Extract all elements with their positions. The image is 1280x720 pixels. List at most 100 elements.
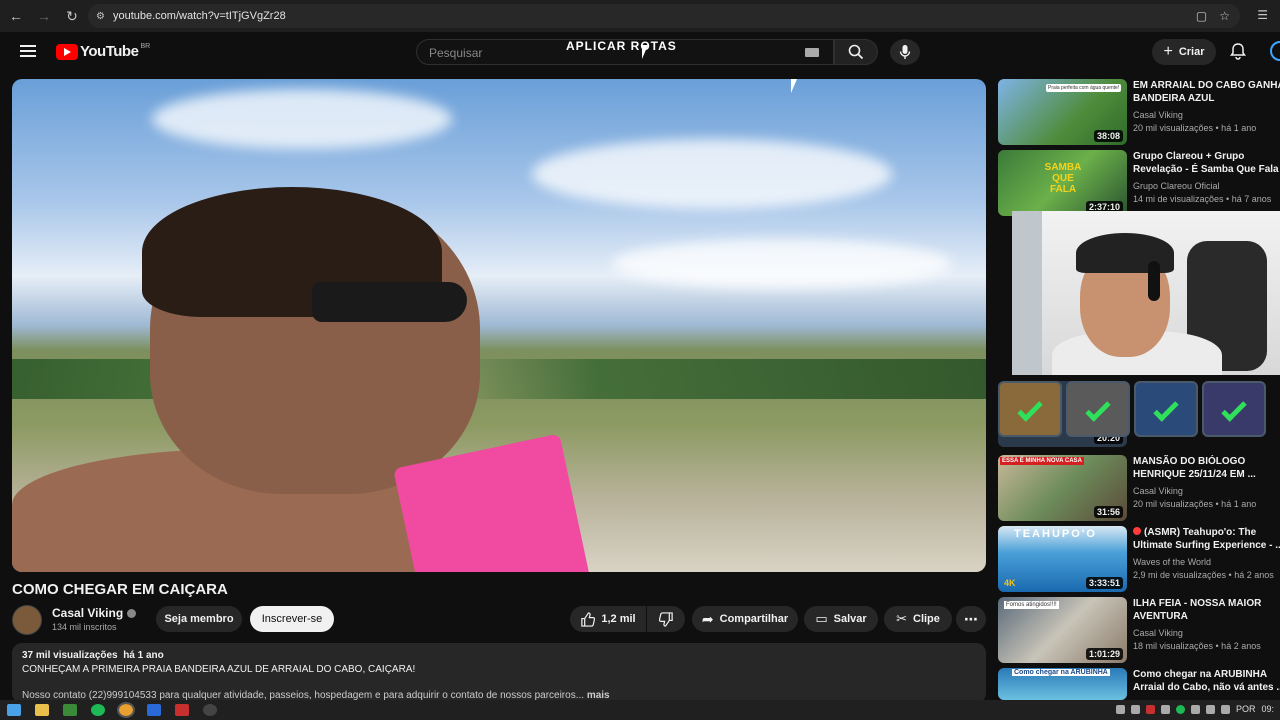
checkmark-strip xyxy=(998,381,1280,445)
check-tile xyxy=(1134,381,1198,437)
video-meta: 2,9 mi de visualizações • há 2 anos xyxy=(1133,570,1274,580)
search-button[interactable] xyxy=(834,39,878,65)
tray-icon[interactable] xyxy=(1115,704,1125,714)
volume-icon[interactable] xyxy=(1205,704,1215,714)
video-title: Grupo Clareou + Grupo Revelação - É Samba… xyxy=(1133,151,1279,175)
youtube-play-icon xyxy=(56,43,78,60)
menu-icon[interactable] xyxy=(20,45,36,57)
reading-list-icon[interactable]: ☰ xyxy=(1257,8,1268,22)
mouse-cursor xyxy=(642,45,648,59)
reload-icon[interactable]: ↻ xyxy=(58,2,86,30)
check-tile xyxy=(1202,381,1266,437)
bookmark-icon: ▭ xyxy=(815,611,828,626)
tray-icon[interactable] xyxy=(1160,704,1170,714)
video-thumbnail[interactable]: SAMBA QUE FALA 2:37:10 xyxy=(998,150,1127,216)
keyboard-icon[interactable] xyxy=(805,48,819,57)
tray-icon[interactable] xyxy=(1190,704,1200,714)
clip-button[interactable]: ✂ Clipe xyxy=(884,606,952,632)
recommended-video[interactable]: SAMBA QUE FALA 2:37:10 Grupo Clareou + G… xyxy=(998,150,1280,216)
tray-icon[interactable] xyxy=(1130,704,1140,714)
account-avatar[interactable] xyxy=(1270,41,1280,61)
more-icon: ⋯ xyxy=(964,610,978,627)
voice-search-button[interactable] xyxy=(890,39,920,65)
recommended-video[interactable]: ESSA É MINHA NOVA CASA 31:56 MANSÃO DO B… xyxy=(998,455,1280,521)
video-title: COMO CHEGAR EM CAIÇARA xyxy=(12,581,228,598)
save-button[interactable]: ▭ Salvar xyxy=(804,606,878,632)
recommended-video[interactable]: Como chegar na ARUBINHA Como chegar na A… xyxy=(998,668,1280,700)
file-explorer-icon[interactable] xyxy=(35,704,49,716)
windows-start-icon[interactable] xyxy=(7,704,21,716)
bookmark-star-icon[interactable]: ☆ xyxy=(1219,9,1230,23)
video-thumbnail[interactable]: Praia perfeita com água quente! 38:08 xyxy=(998,79,1127,145)
video-duration: 1:01:29 xyxy=(1085,648,1123,660)
check-icon xyxy=(1017,396,1043,422)
address-bar[interactable]: ⚙ youtube.com/watch?v=tITjGVgZr28 ▢ ☆ xyxy=(88,4,1240,28)
thumbnail-caption: Praia perfeita com água quente! xyxy=(1046,84,1122,92)
mouse-cursor xyxy=(791,79,797,93)
video-meta: 18 mil visualizações • há 2 anos xyxy=(1133,641,1261,651)
spotify-tray-icon[interactable] xyxy=(1175,704,1185,714)
video-meta: 14 mi de visualizações • há 7 anos xyxy=(1133,194,1272,204)
like-button[interactable]: 1,2 mil xyxy=(570,606,646,632)
video-thumbnail[interactable]: ESSA É MINHA NOVA CASA 31:56 xyxy=(998,455,1127,521)
youtube-header: YouTube BR Pesquisar APLICAR ROTAS + Cri… xyxy=(0,32,1280,72)
video-player[interactable] xyxy=(12,79,986,572)
channel-avatar[interactable] xyxy=(12,605,42,635)
video-duration: 31:56 xyxy=(1093,506,1123,518)
back-icon[interactable]: ← xyxy=(2,2,30,30)
recommended-video[interactable]: TEAHUPO'O 4K 3:33:51 (ASMR) Teahupo'o: T… xyxy=(998,526,1280,592)
video-duration: 38:08 xyxy=(1093,130,1123,142)
video-title: MANSÃO DO BIÓLOGO HENRIQUE 25/11/24 EM ..… xyxy=(1133,456,1256,480)
chrome-icon[interactable] xyxy=(117,702,135,718)
share-button[interactable]: ➦ Compartilhar xyxy=(692,606,798,632)
thumbnail-caption: ESSA É MINHA NOVA CASA xyxy=(1000,457,1084,465)
video-thumbnail[interactable]: Fomos atingidos!!!! 1:01:29 xyxy=(998,597,1127,663)
video-channel: Casal Viking xyxy=(1133,110,1183,120)
spotify-icon[interactable] xyxy=(91,704,105,716)
input-language[interactable]: POR xyxy=(1236,704,1256,714)
notifications-bell-icon[interactable] xyxy=(1230,42,1246,60)
app-icon[interactable] xyxy=(147,704,161,716)
obs-icon[interactable] xyxy=(203,704,217,716)
microphone-icon xyxy=(899,45,911,59)
thumbnail-caption: TEAHUPO'O xyxy=(1014,528,1097,540)
thumbnail-caption: Como chegar na ARUBINHA xyxy=(1012,669,1110,676)
video-duration: 3:33:51 xyxy=(1085,577,1123,589)
app-icon[interactable] xyxy=(63,704,77,716)
webcam-background-object xyxy=(1012,211,1042,375)
more-actions-button[interactable]: ⋯ xyxy=(956,606,986,632)
like-count: 1,2 mil xyxy=(601,613,636,625)
video-thumbnail[interactable]: Como chegar na ARUBINHA xyxy=(998,668,1127,700)
windows-taskbar: POR 09: xyxy=(0,700,1280,720)
system-tray: POR 09: xyxy=(1115,704,1274,714)
network-icon[interactable] xyxy=(1220,704,1230,714)
recommended-video[interactable]: Fomos atingidos!!!! 1:01:29 ILHA FEIA - … xyxy=(998,597,1280,663)
subscriber-count: 134 mil inscritos xyxy=(52,622,117,632)
video-channel: Grupo Clareou Oficial xyxy=(1133,181,1220,191)
check-icon xyxy=(1153,396,1179,422)
create-button[interactable]: + Criar xyxy=(1152,39,1216,65)
recommended-video[interactable]: Praia perfeita com água quente! 38:08 EM… xyxy=(998,79,1280,145)
clock[interactable]: 09: xyxy=(1261,704,1274,714)
site-info-icon[interactable]: ⚙ xyxy=(96,11,105,22)
dislike-button[interactable] xyxy=(647,606,685,632)
view-count: 37 mil visualizações xyxy=(22,650,118,661)
forward-icon[interactable]: → xyxy=(30,2,58,30)
video-thumbnail[interactable]: TEAHUPO'O 4K 3:33:51 xyxy=(998,526,1127,592)
subscribe-button[interactable]: Inscrever-se xyxy=(250,606,334,632)
search-placeholder: Pesquisar xyxy=(429,46,483,60)
calendar-icon[interactable] xyxy=(175,704,189,716)
scissors-icon: ✂ xyxy=(896,611,907,626)
youtube-logo[interactable]: YouTube BR xyxy=(56,43,150,60)
join-button[interactable]: Seja membro xyxy=(156,606,242,632)
tray-icon[interactable] xyxy=(1145,704,1155,714)
sunglasses xyxy=(312,282,467,322)
logo-text: YouTube xyxy=(80,43,139,60)
headset xyxy=(1148,261,1160,301)
cast-icon[interactable]: ▢ xyxy=(1196,9,1207,23)
video-channel: Casal Viking xyxy=(1133,628,1183,638)
description-box[interactable]: 37 mil visualizações há 1 ano CONHEÇAM A… xyxy=(12,643,986,703)
check-icon xyxy=(1221,396,1247,422)
video-title: (ASMR) Teahupo'o: The Ultimate Surfing Ex… xyxy=(1133,527,1280,551)
channel-name[interactable]: Casal Viking xyxy=(52,606,137,620)
